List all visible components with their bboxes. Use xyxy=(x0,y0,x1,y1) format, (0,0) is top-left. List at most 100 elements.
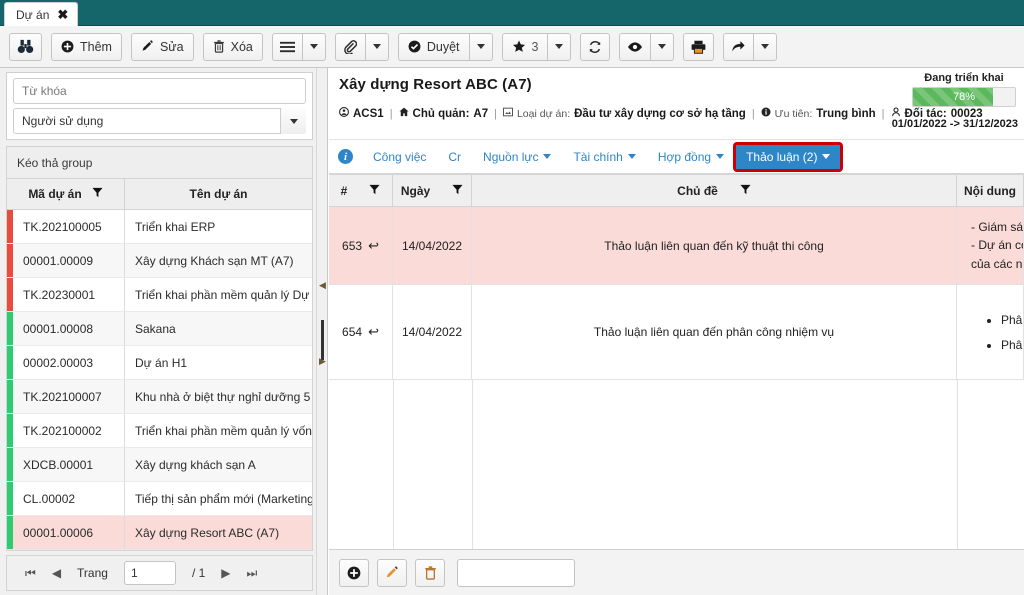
project-code-cell: 00002.00003 xyxy=(13,346,125,379)
owner-value: ACS1 xyxy=(353,108,384,120)
column-header-date[interactable]: Ngày xyxy=(393,175,472,206)
attachment-button[interactable] xyxy=(334,32,365,61)
tab-cr[interactable]: Cr xyxy=(438,145,471,169)
grid-column-divider xyxy=(472,380,473,549)
project-name-cell: Dự án H1 xyxy=(135,355,188,370)
reply-arrow-icon[interactable]: ↩ xyxy=(368,324,379,340)
favorite-count: 3 xyxy=(531,39,539,54)
add-button[interactable]: Thêm xyxy=(51,32,122,61)
chevron-down-icon xyxy=(309,44,318,49)
attachment-dropdown-toggle[interactable] xyxy=(364,32,389,61)
table-row[interactable]: CL.00002 Tiếp thị sản phẩm mới (Marketing… xyxy=(7,482,312,516)
pencil-icon xyxy=(385,565,399,580)
project-code-cell: TK.202100007 xyxy=(13,380,125,413)
user-select-toggle[interactable] xyxy=(280,108,306,134)
table-row[interactable]: 00001.00006 Xây dựng Resort ABC (A7) xyxy=(7,516,312,550)
project-name-cell: Triển khai phần mềm quản lý vốn bằng xyxy=(135,423,312,438)
group-drop-area[interactable]: Kéo thả group xyxy=(6,146,313,178)
status-area: Đang triển khai 78% xyxy=(912,72,1016,107)
project-name-cell: Xây dựng Resort ABC (A7) xyxy=(135,525,280,540)
tab-hop-dong[interactable]: Hợp đồng xyxy=(648,145,734,169)
chevron-down-icon xyxy=(555,44,564,49)
project-name-cell: Xây dựng Khách sạn MT (A7) xyxy=(135,253,294,268)
view-dropdown-toggle[interactable] xyxy=(650,32,675,61)
discussion-content-bullet: Phân công nhiệm vụ giám sát thi công côn… xyxy=(1001,336,1023,354)
prev-page-icon[interactable]: ◀ xyxy=(52,566,61,580)
filter-icon[interactable] xyxy=(92,187,103,201)
approve-dropdown-toggle[interactable] xyxy=(468,32,493,61)
tab-tai-chinh[interactable]: Tài chính xyxy=(563,145,645,169)
chevron-down-icon xyxy=(627,154,636,159)
edit-button[interactable]: Sửa xyxy=(130,32,194,61)
table-row[interactable]: XDCB.00001 Xây dựng khách sạn A xyxy=(7,448,312,482)
project-name-cell: Triển khai phần mềm quản lý Dự án (A8 xyxy=(135,287,312,302)
menu-dropdown-toggle[interactable] xyxy=(301,32,326,61)
favorite-dropdown-toggle[interactable] xyxy=(547,32,572,61)
add-discussion-button[interactable] xyxy=(339,558,369,587)
tab-cong-viec[interactable]: Công việc xyxy=(363,145,436,169)
column-header-num[interactable]: # xyxy=(329,175,393,206)
filter-icon[interactable] xyxy=(452,184,463,198)
column-header-name[interactable]: Tên dự án xyxy=(125,179,312,209)
column-header-code[interactable]: Mã dự án xyxy=(7,179,125,209)
favorite-button[interactable]: 3 xyxy=(501,32,548,61)
tab-nguon-luc[interactable]: Nguồn lực xyxy=(473,145,561,169)
table-row[interactable]: 00002.00003 Dự án H1 xyxy=(7,346,312,380)
splitter-grip[interactable] xyxy=(321,320,324,360)
column-header-content[interactable]: Nội dung xyxy=(957,175,1024,206)
table-row[interactable]: TK.202100005 Triển khai ERP xyxy=(7,210,312,244)
document-tab-du-an[interactable]: Dự án ✖ xyxy=(4,2,79,26)
column-header-subject[interactable]: Chủ đề xyxy=(472,175,957,206)
approve-button[interactable]: Duyệt xyxy=(397,32,469,61)
edit-discussion-button[interactable] xyxy=(377,558,407,587)
table-row[interactable]: TK.20230001 Triển khai phần mềm quản lý D… xyxy=(7,278,312,312)
share-button[interactable] xyxy=(723,32,754,61)
splitter-collapse-left-icon[interactable]: ◀ xyxy=(319,280,326,291)
search-input[interactable] xyxy=(13,78,306,104)
manager-value: A7 xyxy=(473,108,489,120)
project-name-cell: Khu nhà ở biệt thự nghỉ dưỡng 5 sao L xyxy=(135,389,312,404)
tab-hop-dong-label: Hợp đồng xyxy=(657,149,712,164)
last-page-icon[interactable]: ⏭ xyxy=(247,566,258,581)
discussion-row[interactable]: 653 ↩ 14/04/2022 Thảo luận liên quan đến kỹ… xyxy=(329,207,1024,285)
page-label: Trang xyxy=(77,566,108,580)
tab-thao-luan-label: Thảo luận (2) xyxy=(746,149,818,164)
panel-splitter[interactable]: ◀ ▶ xyxy=(316,68,328,595)
grid-column-divider xyxy=(393,380,394,549)
splitter-collapse-right-icon[interactable]: ▶ xyxy=(319,356,326,367)
print-button[interactable] xyxy=(683,32,715,61)
view-button[interactable] xyxy=(619,32,651,61)
share-group xyxy=(723,32,778,61)
discussion-row[interactable]: 654 ↩ 14/04/2022 Thảo luận liên quan đến ph… xyxy=(329,285,1024,380)
next-page-icon[interactable]: ▶ xyxy=(221,566,230,580)
table-row[interactable]: TK.202100007 Khu nhà ở biệt thự nghỉ dưỡn… xyxy=(7,380,312,414)
tab-tai-chinh-label: Tài chính xyxy=(573,149,623,164)
delete-button[interactable]: Xóa xyxy=(202,32,263,61)
share-dropdown-toggle[interactable] xyxy=(753,32,778,61)
reply-arrow-icon[interactable]: ↩ xyxy=(368,238,379,254)
delete-discussion-button[interactable] xyxy=(415,558,445,587)
project-code-cell: TK.202100005 xyxy=(13,210,125,243)
filter-icon[interactable] xyxy=(740,184,751,198)
view-group xyxy=(619,32,675,61)
user-select-input[interactable] xyxy=(13,108,306,134)
discussion-footer-input[interactable] xyxy=(457,558,575,587)
table-row[interactable]: 00001.00009 Xây dựng Khách sạn MT (A7) xyxy=(7,244,312,278)
table-row[interactable]: 00001.00008 Sakana xyxy=(7,312,312,346)
close-icon[interactable]: ✖ xyxy=(57,8,68,21)
plus-circle-icon xyxy=(61,40,74,53)
search-button[interactable] xyxy=(9,32,42,61)
hamburger-icon xyxy=(279,41,295,53)
discussion-content-cell: - Giám sát theo đúng kỹ thuật đã thiết k… xyxy=(957,207,1024,284)
project-code-cell: 00001.00006 xyxy=(13,516,125,549)
tab-thao-luan[interactable]: Thảo luận (2) xyxy=(733,141,844,172)
page-number-input[interactable] xyxy=(123,561,176,585)
table-row[interactable]: TK.202100002 Triển khai phần mềm quản lý … xyxy=(7,414,312,448)
chevron-down-icon xyxy=(289,118,298,124)
tab-nguon-luc-label: Nguồn lực xyxy=(483,149,539,164)
first-page-icon[interactable]: ⏮ xyxy=(25,566,36,581)
filter-icon[interactable] xyxy=(369,184,380,198)
menu-button[interactable] xyxy=(271,32,302,61)
info-circle-icon[interactable]: i xyxy=(338,149,353,164)
refresh-button[interactable] xyxy=(580,32,611,61)
